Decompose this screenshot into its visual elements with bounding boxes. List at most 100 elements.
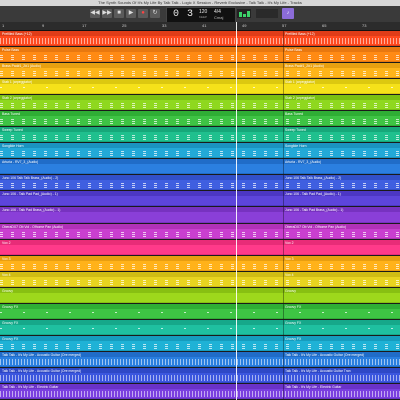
track-region[interactable]: [0, 292, 400, 302]
ruler-bar-number: 1: [2, 23, 5, 28]
track-lane[interactable]: Prefilled Bass (+12) Prefilled Bass (+12): [0, 31, 400, 47]
region-boundary: [283, 207, 284, 223]
track-lane[interactable]: Groovy FX Groovy FX: [0, 319, 400, 335]
track-lane[interactable]: Talk Talk - It's My Life - Electric Guit…: [0, 383, 400, 399]
region-name-second: Prefilled Bass (+12): [285, 32, 315, 36]
region-name: Bass Tuned: [2, 112, 20, 117]
track-region[interactable]: [0, 196, 400, 206]
stop-icon: ■: [117, 10, 121, 16]
midi-notes: [0, 345, 400, 347]
midi-notes: [0, 135, 400, 137]
track-lane[interactable]: Groovy FX Groovy FX: [0, 335, 400, 351]
lcd-mode-selector[interactable]: [256, 9, 278, 18]
midi-notes: [0, 103, 400, 105]
midi-notes: [0, 87, 400, 89]
track-lane[interactable]: Groovy FX Groovy FX: [0, 303, 400, 319]
midi-notes: [0, 59, 400, 61]
region-name: Sweep Tuned: [2, 128, 23, 133]
midi-notes: [0, 139, 400, 141]
playhead-position: 0 3: [173, 9, 195, 20]
ruler-bar-number: 49: [242, 23, 247, 28]
track-region[interactable]: [0, 212, 400, 222]
region-name-second: Sweep Tuned: [285, 128, 306, 133]
play-button[interactable]: ▶: [126, 9, 136, 18]
fast-forward-button[interactable]: ▶▶: [102, 9, 112, 18]
region-boundary: [283, 239, 284, 255]
track-lane[interactable]: Brass Pad#1_2#1 (Audio) Brass Pad#1_2#1 (…: [0, 63, 400, 79]
stop-button[interactable]: ■: [114, 9, 124, 18]
ruler-bar-number: 73: [362, 23, 367, 28]
control-bar: ◀◀ ▶▶ ■ ▶ ● ↻ 0 3 120 KEEP 4/4 Cmaj ♪: [0, 6, 400, 23]
track-lane[interactable]: Juno 106 - Talk Pad Pad_(Audio) - 1) Juno…: [0, 191, 400, 207]
track-lane[interactable]: Vox 2 Vox 2: [0, 239, 400, 255]
track-lane[interactable]: OberaDX7 Ob Vol - Ofhome Pan (Audio) Ober…: [0, 223, 400, 239]
audio-waveform: [0, 38, 400, 45]
midi-notes: [0, 327, 400, 329]
ruler-bar-number: 57: [282, 23, 287, 28]
master-button[interactable]: ♪: [282, 8, 294, 19]
track-lane[interactable]: Vox 3 Vox 3: [0, 255, 400, 271]
region-name-second: Groovy FX: [285, 336, 302, 341]
region-boundary: [283, 159, 284, 175]
cpu-meter: [237, 9, 251, 18]
track-lane[interactable]: Arturia - RV7_3_(Audio) Arturia - RV7_3_(…: [0, 159, 400, 175]
midi-notes: [0, 311, 400, 313]
region-name-second: Juno 106 - Talk Pad Pad_(Audio) - 1): [285, 192, 341, 197]
note-icon: ♪: [286, 10, 290, 16]
midi-notes: [0, 281, 400, 283]
midi-notes: [0, 233, 400, 235]
ruler-bar-number: 9: [42, 23, 45, 28]
audio-waveform: [0, 390, 400, 397]
track-lane[interactable]: Talk Talk - It's My Life - Acoustic Guit…: [0, 351, 400, 367]
region-name-second: Stab 1 (arpeggiator): [285, 80, 316, 85]
track-lane[interactable]: Songlide Horn Songlide Horn: [0, 143, 400, 159]
tempo-label: KEEP: [199, 15, 208, 19]
track-region[interactable]: [0, 244, 400, 254]
midi-notes: [0, 283, 400, 285]
midi-notes: [0, 265, 400, 267]
track-lane[interactable]: Sweep Tuned Sweep Tuned: [0, 127, 400, 143]
track-region[interactable]: [0, 84, 400, 94]
region-name: Stab 1 (arpeggiator): [2, 80, 33, 85]
region-name-second: Juno 106 Talk Talk Brass_(Audio) - 2): [285, 176, 342, 181]
midi-notes: [0, 231, 400, 233]
midi-notes: [0, 55, 400, 57]
track-lane[interactable]: Pulse Bass Pulse Bass: [0, 47, 400, 63]
region-name: Groovy FX: [2, 304, 19, 309]
track-lane[interactable]: Juno 106 - Talk Pad Brass_(Audio) - 1) Ju…: [0, 207, 400, 223]
region-name-second: Groovy FX: [285, 304, 302, 309]
track-lane[interactable]: Vox 4 Vox 4: [0, 271, 400, 287]
track-lane[interactable]: Stab 2 (arpeggiator) Stab 2 (arpeggiator): [0, 95, 400, 111]
track-lane[interactable]: Talk Talk - It's My Life - Acoustic Guit…: [0, 367, 400, 383]
track-lane[interactable]: Bass Tuned Bass Tuned: [0, 111, 400, 127]
midi-notes: [0, 347, 400, 349]
track-region[interactable]: [0, 308, 400, 318]
track-lane[interactable]: Groovy Groovy: [0, 287, 400, 303]
midi-notes: [0, 137, 400, 139]
cycle-button[interactable]: ↻: [150, 9, 160, 18]
track-lane[interactable]: Juno 106 Talk Talk Brass_(Audio) - 2) Jun…: [0, 175, 400, 191]
record-icon: ●: [141, 10, 145, 16]
region-name: Talk Talk - It's My Life - Electric Guit…: [2, 384, 59, 389]
region-name: Vox 2: [2, 240, 11, 245]
rewind-icon: ◀◀: [90, 10, 100, 16]
midi-notes: [0, 71, 400, 73]
playhead[interactable]: [236, 22, 237, 400]
track-lane[interactable]: Stab 1 (arpeggiator) Stab 1 (arpeggiator): [0, 79, 400, 95]
track-region[interactable]: [0, 324, 400, 334]
bar-ruler[interactable]: 1 9 17 25 33 41 49 57 65 73: [0, 22, 400, 31]
record-button[interactable]: ●: [138, 9, 148, 18]
region-name-second: Vox 4: [285, 272, 294, 277]
ruler-bar-number: 25: [122, 23, 127, 28]
region-name: Vox 3: [2, 256, 11, 261]
lcd-display[interactable]: 0 3 120 KEEP 4/4 Cmaj: [166, 7, 236, 23]
region-name-second: OberaDX7 Ob Vol - Ofhome Pan (Audio): [285, 224, 347, 229]
midi-notes: [0, 153, 400, 155]
region-name-second: Talk Talk - It's My Life - Acoustic Guit…: [285, 368, 351, 373]
rewind-button[interactable]: ◀◀: [90, 9, 100, 18]
region-boundary: [283, 287, 284, 303]
track-region[interactable]: [0, 164, 400, 174]
region-name: Songlide Horn: [2, 144, 24, 149]
region-name-second: Brass Pad#1_2#1 (Audio): [285, 64, 324, 69]
tracks-area: Prefilled Bass (+12) Prefilled Bass (+12)…: [0, 31, 400, 400]
